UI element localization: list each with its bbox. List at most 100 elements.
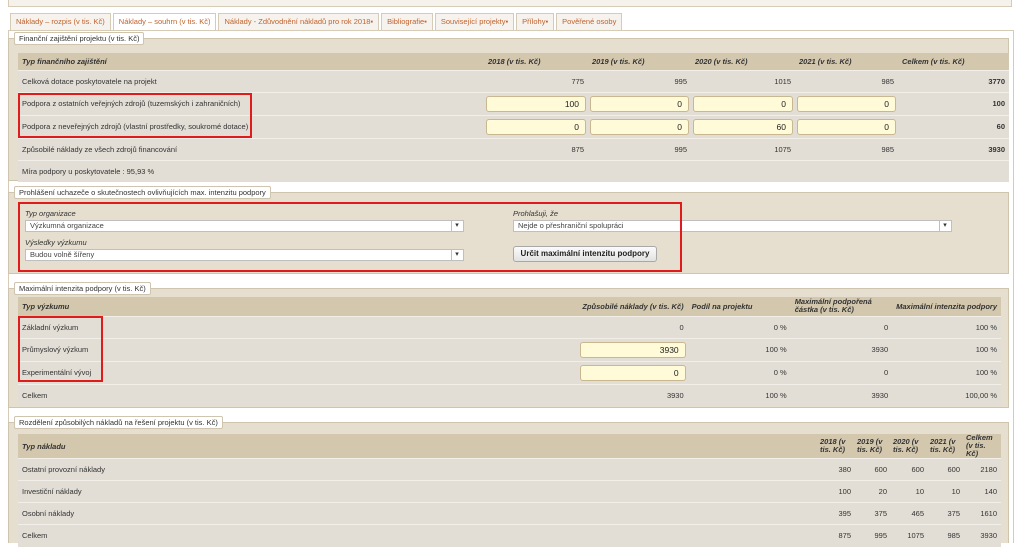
col-header-project-share: Podíl na projektu bbox=[687, 297, 791, 316]
cell-total: 100 bbox=[898, 91, 1009, 115]
table-row: Ostatní provozní náklady 380 600 600 600… bbox=[18, 458, 1001, 481]
public-support-2020-input[interactable]: 0 bbox=[693, 95, 793, 112]
cell-value: 600 bbox=[928, 458, 964, 481]
public-support-2019-input[interactable]: 0 bbox=[590, 95, 689, 112]
public-support-2018-input[interactable]: 100 bbox=[486, 95, 586, 112]
intensity-legend: Maximální intenzita podpory (v tis. Kč) bbox=[14, 282, 151, 295]
funding-legend: Finanční zajištění projektu (v tis. Kč) bbox=[14, 32, 145, 45]
row-label: Podpora z ostatních veřejných zdrojů (tu… bbox=[18, 91, 484, 115]
table-row: Experimentální vývoj 0 0 % 0 100 % bbox=[18, 360, 1001, 384]
cell-share: 0 % bbox=[687, 315, 791, 338]
cell-max-intensity: 100 % bbox=[892, 360, 1001, 384]
tab-costs-breakdown[interactable]: Náklady – rozpis (v tis. Kč) bbox=[10, 13, 111, 30]
cell-value: 875 bbox=[484, 137, 588, 160]
tab-bibliography[interactable]: Bibliografie▪ bbox=[381, 13, 433, 30]
table-row: Podpora z ostatních veřejných zdrojů (tu… bbox=[18, 91, 1009, 115]
support-rate-row: Míra podpory u poskytovatele : 95,93 % bbox=[18, 159, 1009, 182]
cell-total: 3770 bbox=[898, 69, 1009, 92]
private-support-2018-input[interactable]: 0 bbox=[486, 118, 586, 135]
cell-value: 600 bbox=[855, 458, 891, 481]
col-header-2018: 2018 (v tis. Kč) bbox=[484, 53, 588, 70]
cell-max-amount: 0 bbox=[790, 315, 893, 338]
cell-value: 10 bbox=[891, 480, 928, 503]
cell-input-wrap: 3930 bbox=[578, 337, 688, 361]
col-header-2021: 2021 (v tis. Kč) bbox=[928, 434, 964, 459]
cell-value: 100 bbox=[818, 480, 855, 503]
cell-value: 1075 bbox=[691, 137, 795, 160]
cell-cost: 0 bbox=[578, 315, 688, 338]
tab-costs-summary[interactable]: Náklady – souhrn (v tis. Kč) bbox=[112, 13, 217, 31]
cell-value: 985 bbox=[928, 524, 964, 547]
declare-select[interactable]: Nejde o přeshraniční spolupráci ▾ bbox=[513, 220, 952, 232]
row-label: Ostatní provozní náklady bbox=[18, 458, 818, 481]
col-header-2020: 2020 (v tis. Kč) bbox=[891, 434, 928, 459]
row-label: Průmyslový výzkum bbox=[18, 337, 579, 361]
col-header-2018: 2018 (v tis. Kč) bbox=[818, 434, 855, 459]
org-type-label: Typ organizace bbox=[25, 209, 76, 218]
table-row: Základní výzkum 0 0 % 0 100 % bbox=[18, 315, 1001, 338]
cell-max-intensity: 100,00 % bbox=[892, 383, 1001, 406]
table-row: Celkem 875 995 1075 985 3930 bbox=[18, 524, 1001, 547]
private-support-2021-input[interactable]: 0 bbox=[797, 118, 896, 135]
table-row: Investiční náklady 100 20 10 10 140 bbox=[18, 480, 1001, 503]
cell-value: 380 bbox=[818, 458, 855, 481]
cell-max-amount: 3930 bbox=[790, 383, 893, 406]
col-header-cost-type: Typ nákladu bbox=[18, 434, 818, 459]
private-support-2019-input[interactable]: 0 bbox=[590, 118, 689, 135]
chevron-down-icon: ▾ bbox=[451, 221, 462, 231]
cell-input-wrap: 0 bbox=[578, 360, 688, 384]
cell-input-wrap: 0 bbox=[588, 91, 691, 115]
top-strip bbox=[8, 0, 1012, 7]
table-row: Průmyslový výzkum 3930 100 % 3930 100 % bbox=[18, 337, 1001, 361]
results-select[interactable]: Budou volně šířeny ▾ bbox=[25, 249, 464, 261]
cell-value: 995 bbox=[855, 524, 891, 547]
cell-value: 395 bbox=[818, 502, 855, 525]
cell-value: 20 bbox=[855, 480, 891, 503]
distribution-legend: Rozdělení způsobilých nákladů na řešení … bbox=[14, 416, 223, 429]
cell-max-intensity: 100 % bbox=[892, 315, 1001, 338]
cell-value: 600 bbox=[891, 458, 928, 481]
cell-max-amount: 3930 bbox=[790, 337, 893, 361]
row-label: Základní výzkum bbox=[18, 315, 579, 338]
col-header-max-intensity: Maximální intenzita podpory bbox=[892, 297, 1001, 316]
declaration-legend: Prohlášení uchazeče o skutečnostech ovli… bbox=[14, 186, 271, 199]
cell-max-intensity: 100 % bbox=[892, 337, 1001, 361]
cell-value: 995 bbox=[588, 69, 691, 92]
org-type-select[interactable]: Výzkumná organizace ▾ bbox=[25, 220, 464, 232]
cell-share: 100 % bbox=[687, 383, 791, 406]
cell-total: 3930 bbox=[964, 524, 1001, 547]
tab-attachments[interactable]: Přílohy▪ bbox=[516, 13, 555, 30]
funding-header-row: Typ finančního zajištění 2018 (v tis. Kč… bbox=[18, 53, 1009, 70]
col-header-2021: 2021 (v tis. Kč) bbox=[795, 53, 898, 70]
support-rate-text: Míra podpory u poskytovatele : 95,93 % bbox=[18, 159, 1009, 182]
tab-related-projects[interactable]: Související projekty▪ bbox=[434, 13, 515, 30]
cell-value: 995 bbox=[588, 137, 691, 160]
tab-costs-justification[interactable]: Náklady - Zdůvodnění nákladů pro rok 201… bbox=[218, 13, 380, 30]
col-header-total: Celkem (v tis. Kč) bbox=[964, 434, 1001, 459]
intensity-header-row: Typ výzkumu Způsobilé náklady (v tis. Kč… bbox=[18, 297, 1001, 316]
col-header-eligible-costs: Způsobilé náklady (v tis. Kč) bbox=[578, 297, 688, 316]
cell-input-wrap: 0 bbox=[484, 114, 588, 138]
results-value: Budou volně šířeny bbox=[30, 250, 95, 259]
determine-max-intensity-button[interactable]: Určit maximální intenzitu podpory bbox=[513, 246, 657, 262]
row-label: Celkem bbox=[18, 524, 818, 547]
row-label: Investiční náklady bbox=[18, 480, 818, 503]
chevron-down-icon: ▾ bbox=[939, 221, 950, 231]
results-label: Výsledky výzkumu bbox=[25, 238, 87, 247]
org-type-value: Výzkumná organizace bbox=[30, 221, 104, 230]
cell-value: 375 bbox=[928, 502, 964, 525]
row-label: Podpora z neveřejných zdrojů (vlastní pr… bbox=[18, 114, 484, 138]
cell-value: 1015 bbox=[691, 69, 795, 92]
cell-input-wrap: 0 bbox=[795, 114, 898, 138]
industrial-research-cost-input[interactable]: 3930 bbox=[580, 341, 686, 358]
table-row: Podpora z neveřejných zdrojů (vlastní pr… bbox=[18, 114, 1009, 138]
cell-input-wrap: 0 bbox=[795, 91, 898, 115]
cell-value: 465 bbox=[891, 502, 928, 525]
cell-total: 1610 bbox=[964, 502, 1001, 525]
tab-authorized-persons[interactable]: Pověřené osoby bbox=[556, 13, 623, 30]
tab-bar: Náklady – rozpis (v tis. Kč) Náklady – s… bbox=[10, 13, 624, 31]
private-support-2020-input[interactable]: 60 bbox=[693, 118, 793, 135]
public-support-2021-input[interactable]: 0 bbox=[797, 95, 896, 112]
experimental-development-cost-input[interactable]: 0 bbox=[580, 364, 686, 381]
cell-value: 1075 bbox=[891, 524, 928, 547]
